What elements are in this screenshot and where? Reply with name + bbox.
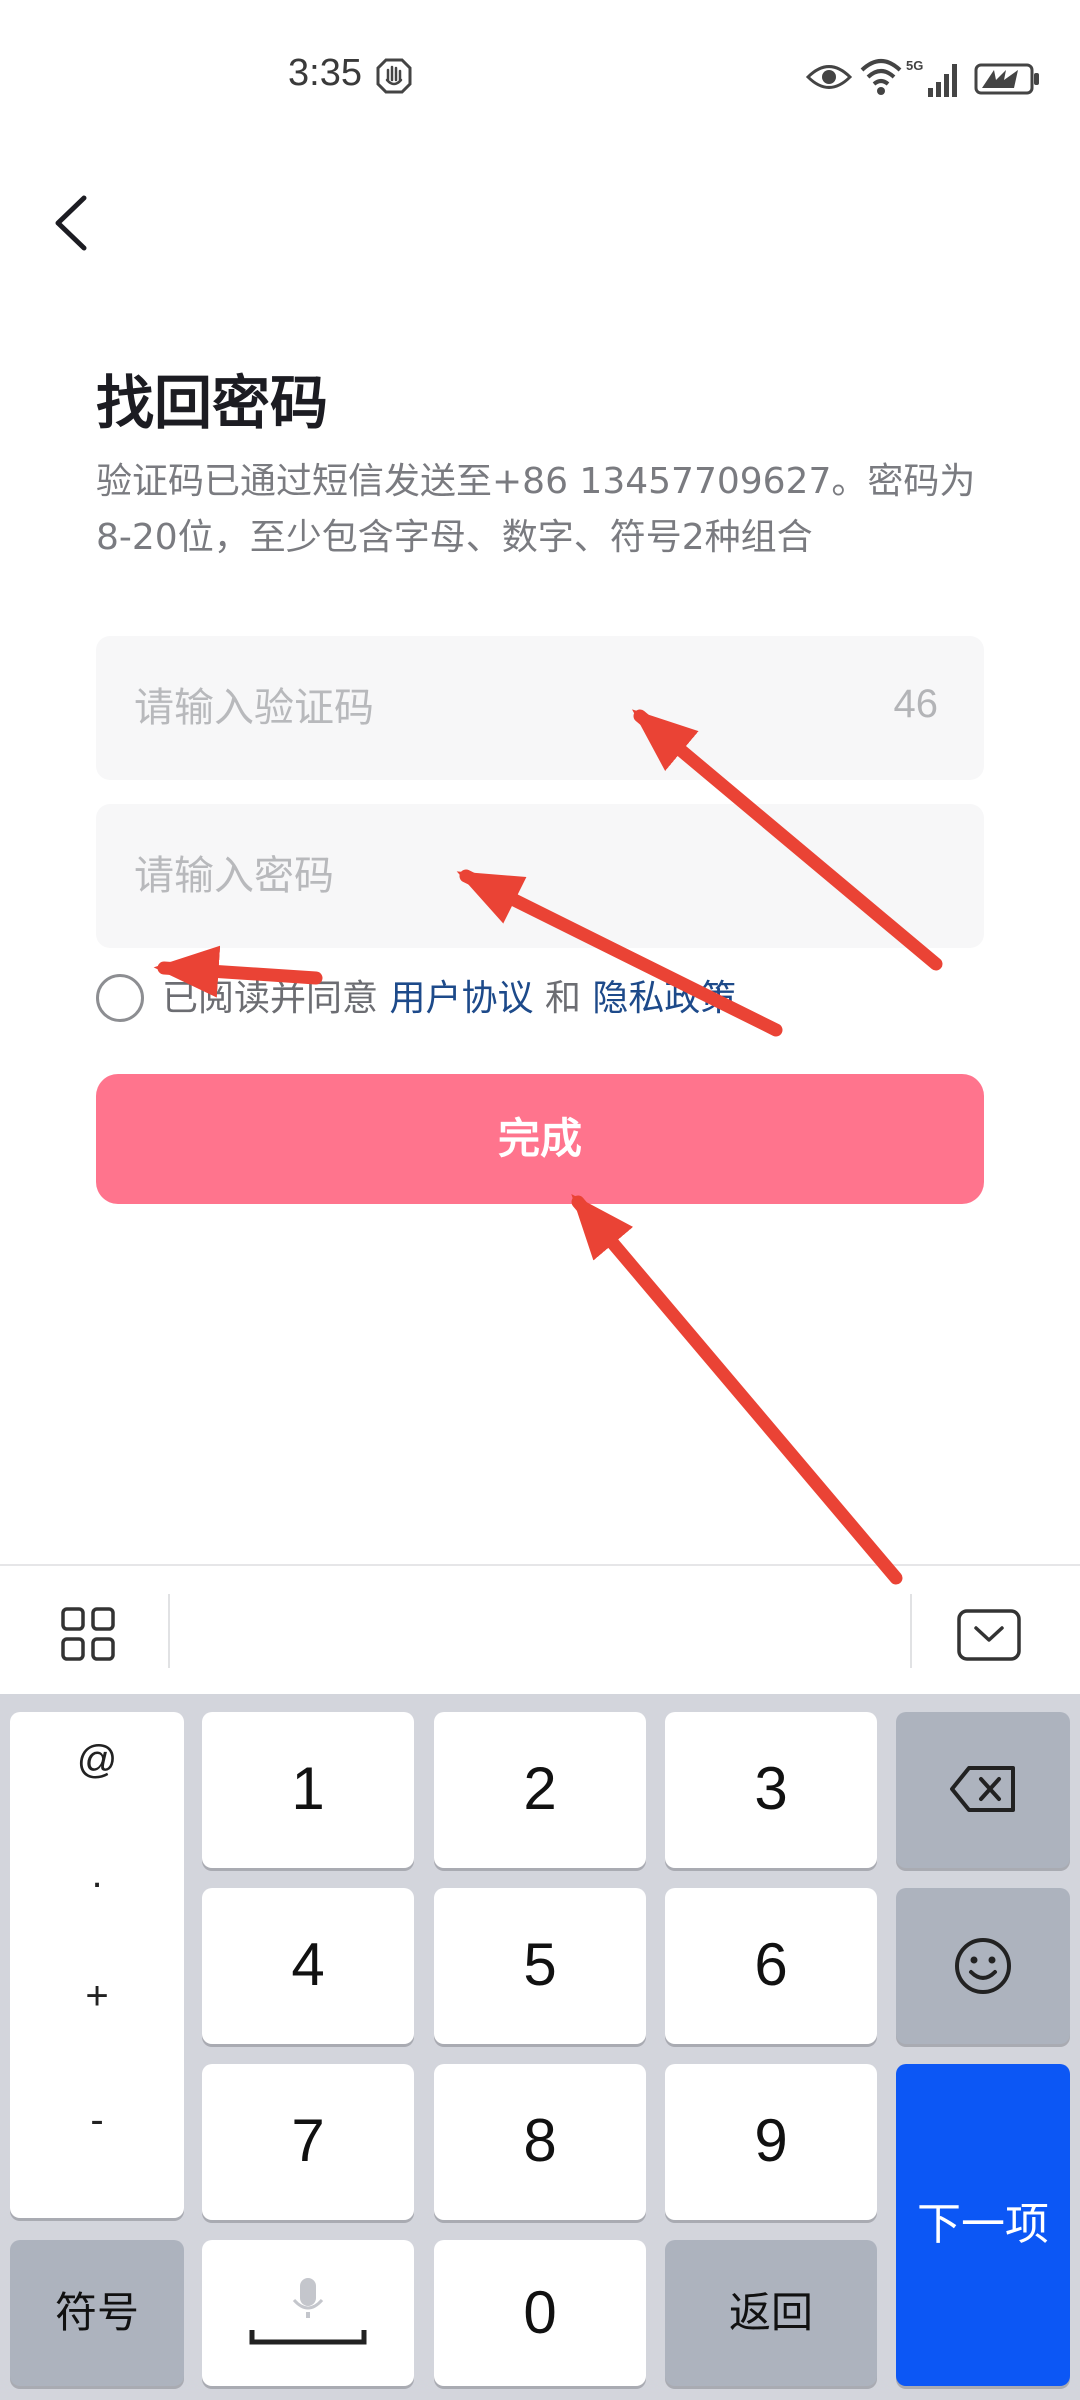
key-1[interactable]: 1: [202, 1712, 414, 1868]
key-minus[interactable]: -: [10, 2098, 184, 2143]
agreement-text: 已阅读并同意 用户协议 和 隐私政策: [162, 974, 736, 1024]
submit-button[interactable]: 完成: [96, 1074, 984, 1204]
key-3[interactable]: 3: [665, 1712, 877, 1868]
key-dot[interactable]: .: [10, 1852, 184, 1897]
chevron-left-icon: [55, 195, 87, 251]
microphone-icon: [249, 2278, 367, 2345]
key-9[interactable]: 9: [665, 2064, 877, 2220]
backspace-key[interactable]: [896, 1712, 1070, 1868]
agreement-checkbox[interactable]: [96, 974, 144, 1022]
page-title: 找回密码: [96, 369, 329, 437]
key-0[interactable]: 0: [434, 2240, 646, 2386]
keyboard-toolbar: [0, 1564, 1080, 1694]
grid-icon[interactable]: [60, 1606, 116, 1662]
key-4[interactable]: 4: [202, 1888, 414, 2044]
symbol-key[interactable]: 符号: [10, 2240, 184, 2386]
keyboard-hide-icon[interactable]: [956, 1608, 1022, 1662]
numeric-keyboard: @ . + - 1 2 3 4 5 6 7 8 9 下一项 符号 0 返回: [0, 1694, 1080, 2400]
key-at[interactable]: @: [10, 1738, 184, 1783]
agreement-and: 和: [544, 978, 581, 1019]
password-input[interactable]: [134, 804, 894, 948]
back-button[interactable]: [40, 188, 110, 258]
toolbar-divider: [168, 1594, 170, 1668]
resend-countdown: 46: [893, 682, 939, 726]
privacy-policy-link[interactable]: 隐私政策: [592, 978, 736, 1019]
agreement-prefix: 已阅读并同意: [162, 978, 379, 1019]
annotation-arrow: [571, 1194, 903, 1585]
backspace-icon: [950, 1766, 1015, 1812]
symbol-column-key[interactable]: @ . + -: [10, 1712, 184, 2218]
space-key[interactable]: [202, 2240, 414, 2386]
battery-charging-icon: [974, 63, 1039, 95]
return-key[interactable]: 返回: [665, 2240, 877, 2386]
user-agreement-link[interactable]: 用户协议: [389, 978, 533, 1019]
key-8[interactable]: 8: [434, 2064, 646, 2220]
next-key[interactable]: 下一项: [896, 2064, 1070, 2386]
network-type-label: 5G: [906, 58, 923, 73]
verification-code-input[interactable]: [134, 636, 894, 780]
password-field[interactable]: [96, 804, 984, 948]
wifi-icon: [860, 59, 902, 95]
toolbar-divider: [910, 1594, 912, 1668]
key-7[interactable]: 7: [202, 2064, 414, 2220]
signal-icon: 5G: [906, 58, 957, 97]
verification-code-field[interactable]: 46: [96, 636, 984, 780]
key-2[interactable]: 2: [434, 1712, 646, 1868]
key-plus[interactable]: +: [10, 1974, 184, 2019]
status-bar: 3:35 5G: [0, 0, 1080, 160]
emoji-icon: [955, 1938, 1011, 1994]
key-6[interactable]: 6: [665, 1888, 877, 2044]
eye-icon: [806, 65, 852, 89]
page-description: 验证码已通过短信发送至+86 13457709627。密码为8-20位，至少包含…: [96, 461, 976, 558]
emoji-key[interactable]: [896, 1888, 1070, 2044]
key-5[interactable]: 5: [434, 1888, 646, 2044]
status-time: 3:35: [288, 52, 362, 94]
hand-icon: [376, 58, 412, 94]
